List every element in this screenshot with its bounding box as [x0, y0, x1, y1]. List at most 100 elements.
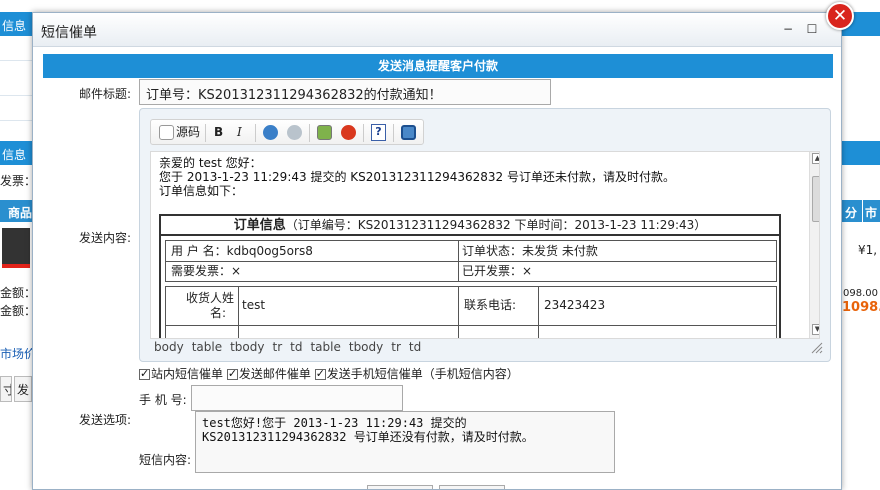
path-item[interactable]: body — [154, 340, 184, 354]
shipping-table: 收货人姓 名: test 联系电话: 23423423 — [165, 286, 777, 338]
contact-phone-label: 联系电话: — [464, 298, 517, 312]
bg-price: ¥1, — [858, 243, 878, 257]
path-item[interactable]: td — [409, 340, 421, 354]
toolbar-separator — [309, 124, 310, 142]
path-item[interactable]: tr — [272, 340, 282, 354]
order-info-heading: 订单信息 — [233, 218, 286, 233]
checkbox-label: 发送邮件催单 — [238, 367, 311, 381]
bg-amount-total: 1098.0 — [842, 300, 880, 315]
receiver-value: test — [242, 298, 266, 312]
contact-phone-value: 23423423 — [544, 298, 606, 312]
sms-content-label: 短信内容: — [139, 453, 192, 467]
bg-section-header: 信息 — [0, 141, 32, 165]
editor-text: 亲爱的 test 您好： 您于 2013-1-23 11:29:43 提交的 K… — [159, 156, 675, 198]
path-item[interactable]: tr — [391, 340, 401, 354]
subject-input[interactable]: 订单号：KS201312311294362832的付款通知！ — [139, 79, 551, 105]
scroll-down-arrow[interactable]: ▼ — [812, 324, 819, 335]
sms-reminder-dialog: 短信催单 − ☐ 发送消息提醒客户付款 邮件标题: 订单号：KS20131231… — [32, 12, 842, 490]
path-item[interactable]: table — [192, 340, 222, 354]
receiver-label-line2: 名: — [210, 306, 227, 320]
table-divider — [458, 241, 459, 281]
path-item[interactable]: table — [310, 340, 340, 354]
order-status-value: 未发货 未付款 — [522, 244, 598, 258]
content-label: 发送内容: — [79, 231, 132, 245]
editor-content-area[interactable]: 亲爱的 test 您好： 您于 2013-1-23 11:29:43 提交的 K… — [150, 151, 820, 339]
bg-amount-value: 098.00 元 — [843, 288, 880, 299]
resize-grip-icon[interactable] — [811, 342, 823, 354]
table-divider — [166, 325, 776, 326]
bg-row-divider — [0, 95, 32, 96]
need-invoice-cell: 需要发票：× — [171, 262, 241, 280]
toolbar-separator — [205, 124, 206, 142]
scroll-up-arrow[interactable]: ▲ — [812, 153, 819, 164]
image-icon[interactable] — [317, 125, 332, 140]
path-item[interactable]: td — [290, 340, 302, 354]
order-status-cell: 订单状态：未发货 未付款 — [462, 242, 598, 260]
italic-button[interactable]: I — [237, 124, 242, 141]
bg-amount-label: 金额： — [0, 304, 32, 318]
send-options-checkboxes: 站内短信催单 发送邮件催单 发送手机短信催单（手机短信内容） — [139, 365, 519, 382]
link-icon[interactable] — [263, 125, 278, 140]
rich-text-editor: 源码 B I ? 亲爱的 test 您好： 您于 2013-1-23 11:29… — [139, 108, 831, 362]
order-info-subheading: （订单编号：KS201312311294362832 下单时间：2013-1-2… — [285, 218, 707, 232]
checkbox-internal-sms[interactable] — [139, 367, 150, 380]
bg-row-divider — [0, 60, 32, 61]
path-item[interactable]: tbody — [230, 340, 264, 354]
issued-invoice-cell: 已开发票：× — [462, 262, 532, 280]
username-cell: 用 户 名：kdbq0og5ors8 — [171, 242, 313, 260]
bg-market-price-link[interactable]: 市场价 — [0, 345, 36, 362]
source-icon[interactable] — [159, 125, 174, 140]
editor-scrollbar[interactable]: ▲ ▼ — [809, 152, 819, 338]
dialog-banner: 发送消息提醒客户付款 — [43, 54, 833, 78]
toolbar-separator — [393, 124, 394, 142]
checkbox-mobile-sms[interactable] — [314, 367, 326, 380]
bg-column-header: 分 — [842, 200, 862, 222]
table-divider — [238, 287, 239, 338]
need-invoice-value: × — [231, 264, 242, 278]
table-divider — [458, 287, 459, 338]
bold-button[interactable]: B — [214, 124, 223, 141]
message-line: 您于 2013-1-23 11:29:43 提交的 KS201312311294… — [159, 170, 675, 184]
username-value: kdbq0og5ors8 — [226, 244, 313, 258]
order-status-label: 订单状态： — [462, 244, 523, 258]
subject-label: 邮件标题: — [79, 87, 132, 101]
element-path-bar: body table tbody tr td table tbody tr td — [154, 340, 429, 354]
path-item[interactable]: tbody — [349, 340, 383, 354]
username-label: 用 户 名： — [171, 244, 227, 258]
unlink-icon[interactable] — [287, 125, 302, 140]
send-options-label: 发送选项: — [79, 413, 132, 427]
close-dialog-button[interactable]: ✕ — [826, 2, 854, 30]
order-info-table: 订单信息（订单编号：KS201312311294362832 下单时间：2013… — [159, 214, 781, 338]
bg-button[interactable]: 寸 — [0, 376, 12, 402]
order-intro-line: 订单信息如下： — [159, 184, 244, 198]
dialog-titlebar[interactable]: 短信催单 − ☐ — [33, 13, 841, 47]
scroll-thumb[interactable] — [812, 176, 819, 222]
maximize-button[interactable]: ☐ — [805, 22, 819, 36]
submit-button[interactable] — [367, 485, 433, 489]
phone-input[interactable] — [191, 385, 403, 411]
flash-icon[interactable] — [341, 125, 356, 140]
order-info-title: 订单信息（订单编号：KS201312311294362832 下单时间：2013… — [161, 216, 779, 236]
maximize-editor-icon[interactable] — [401, 125, 416, 140]
checkbox-label: 发送手机短信催单（手机短信内容） — [326, 367, 519, 381]
bg-button[interactable]: 发 — [14, 376, 32, 402]
bg-invoice-label: 发票： — [0, 174, 32, 188]
checkbox-label: 站内短信催单 — [151, 367, 224, 381]
greeting-line: 亲爱的 test 您好： — [159, 156, 262, 170]
minimize-button[interactable]: − — [781, 22, 795, 36]
bg-product-thumbnail[interactable] — [2, 228, 30, 268]
editor-toolbar: 源码 B I ? — [150, 119, 424, 145]
dialog-title: 短信催单 — [41, 25, 97, 41]
source-button[interactable]: 源码 — [176, 124, 200, 141]
issued-invoice-value: × — [522, 264, 533, 278]
phone-label: 手 机 号: — [139, 393, 187, 407]
sms-content-textarea[interactable]: test您好!您于 2013-1-23 11:29:43 提交的 KS20131… — [195, 411, 615, 473]
cancel-button[interactable] — [439, 485, 505, 489]
bg-row-divider — [0, 120, 32, 121]
bg-section-header-right — [842, 141, 880, 165]
bg-column-header: 市 — [863, 200, 880, 222]
help-button[interactable]: ? — [371, 124, 386, 141]
table-divider — [538, 287, 539, 338]
checkbox-email[interactable] — [226, 367, 238, 380]
issued-invoice-label: 已开发票： — [462, 264, 523, 278]
